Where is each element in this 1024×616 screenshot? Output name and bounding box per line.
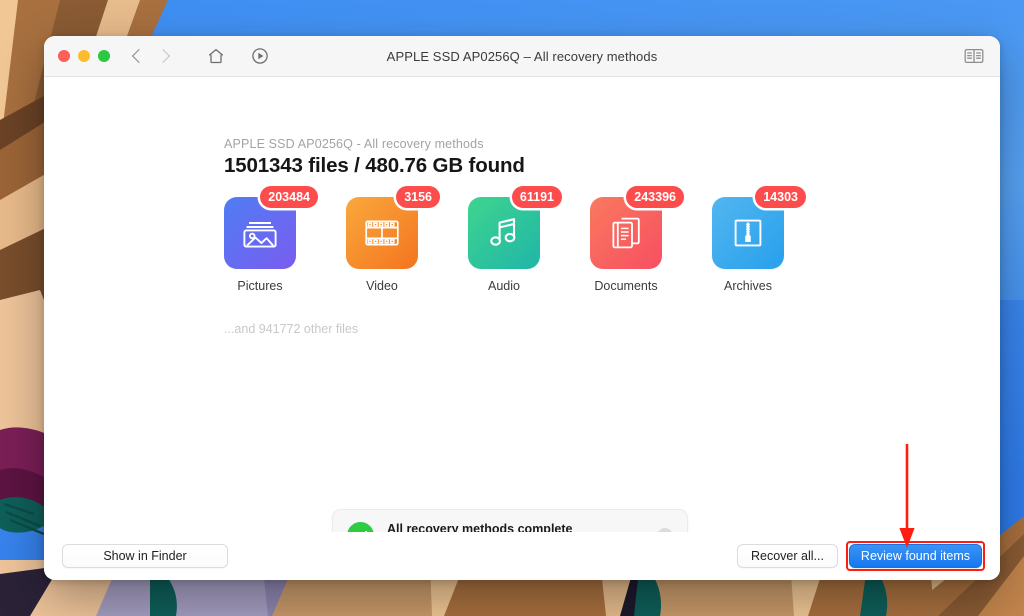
scan-source-label: APPLE SSD AP0256Q - All recovery methods	[224, 137, 484, 151]
category-icon-wrap: 61191	[468, 186, 562, 269]
category-label: Audio	[488, 279, 520, 293]
category-pictures[interactable]: 203484 Pictures	[224, 186, 318, 293]
scan-result-heading: 1501343 files / 480.76 GB found	[224, 154, 525, 177]
main-content: APPLE SSD AP0256Q - All recovery methods…	[44, 77, 1000, 562]
category-badge-count: 243396	[626, 186, 684, 208]
maximize-window-button[interactable]	[98, 50, 110, 62]
navigation-buttons	[131, 48, 171, 64]
play-circle-icon[interactable]	[250, 46, 270, 66]
down-arrow-icon	[896, 444, 918, 548]
window-footer: Show in Finder Recover all... Review fou…	[44, 532, 1000, 580]
footer-actions: Recover all... Review found items	[736, 541, 985, 571]
category-badge-count: 14303	[755, 186, 806, 208]
category-label: Documents	[594, 279, 658, 293]
app-window: APPLE SSD AP0256Q – All recovery methods…	[44, 36, 1000, 580]
category-video[interactable]: 3156 Video	[346, 186, 440, 293]
file-category-list: 203484 Pictures 3156 Video 61191 Audio 2…	[224, 186, 806, 293]
category-badge-count: 203484	[260, 186, 318, 208]
window-title: APPLE SSD AP0256Q – All recovery methods	[386, 48, 658, 64]
category-badge-count: 3156	[396, 186, 440, 208]
category-label: Pictures	[237, 279, 283, 293]
window-titlebar: APPLE SSD AP0256Q – All recovery methods	[44, 36, 1000, 77]
category-archives[interactable]: 14303 Archives	[712, 186, 806, 293]
category-documents[interactable]: 243396 Documents	[590, 186, 684, 293]
home-icon[interactable]	[206, 46, 226, 66]
scan-summary: APPLE SSD AP0256Q - All recovery methods…	[224, 137, 525, 178]
category-icon-wrap: 203484	[224, 186, 318, 269]
category-audio[interactable]: 61191 Audio	[468, 186, 562, 293]
back-button[interactable]	[131, 48, 147, 64]
category-badge-count: 61191	[511, 186, 562, 208]
category-icon-wrap: 3156	[346, 186, 440, 269]
forward-button[interactable]	[155, 48, 171, 64]
category-label: Video	[366, 279, 398, 293]
sidebar-toggle-icon[interactable]	[964, 48, 984, 64]
category-icon-wrap: 243396	[590, 186, 684, 269]
category-icon-wrap: 14303	[712, 186, 806, 269]
traffic-lights	[58, 50, 110, 62]
category-label: Archives	[724, 279, 772, 293]
other-files-label: ...and 941772 other files	[224, 322, 359, 336]
recover-all-button[interactable]: Recover all...	[736, 544, 838, 568]
toolbar-buttons	[206, 46, 270, 66]
minimize-window-button[interactable]	[78, 50, 90, 62]
close-window-button[interactable]	[58, 50, 70, 62]
show-in-finder-button[interactable]: Show in Finder	[62, 544, 228, 568]
